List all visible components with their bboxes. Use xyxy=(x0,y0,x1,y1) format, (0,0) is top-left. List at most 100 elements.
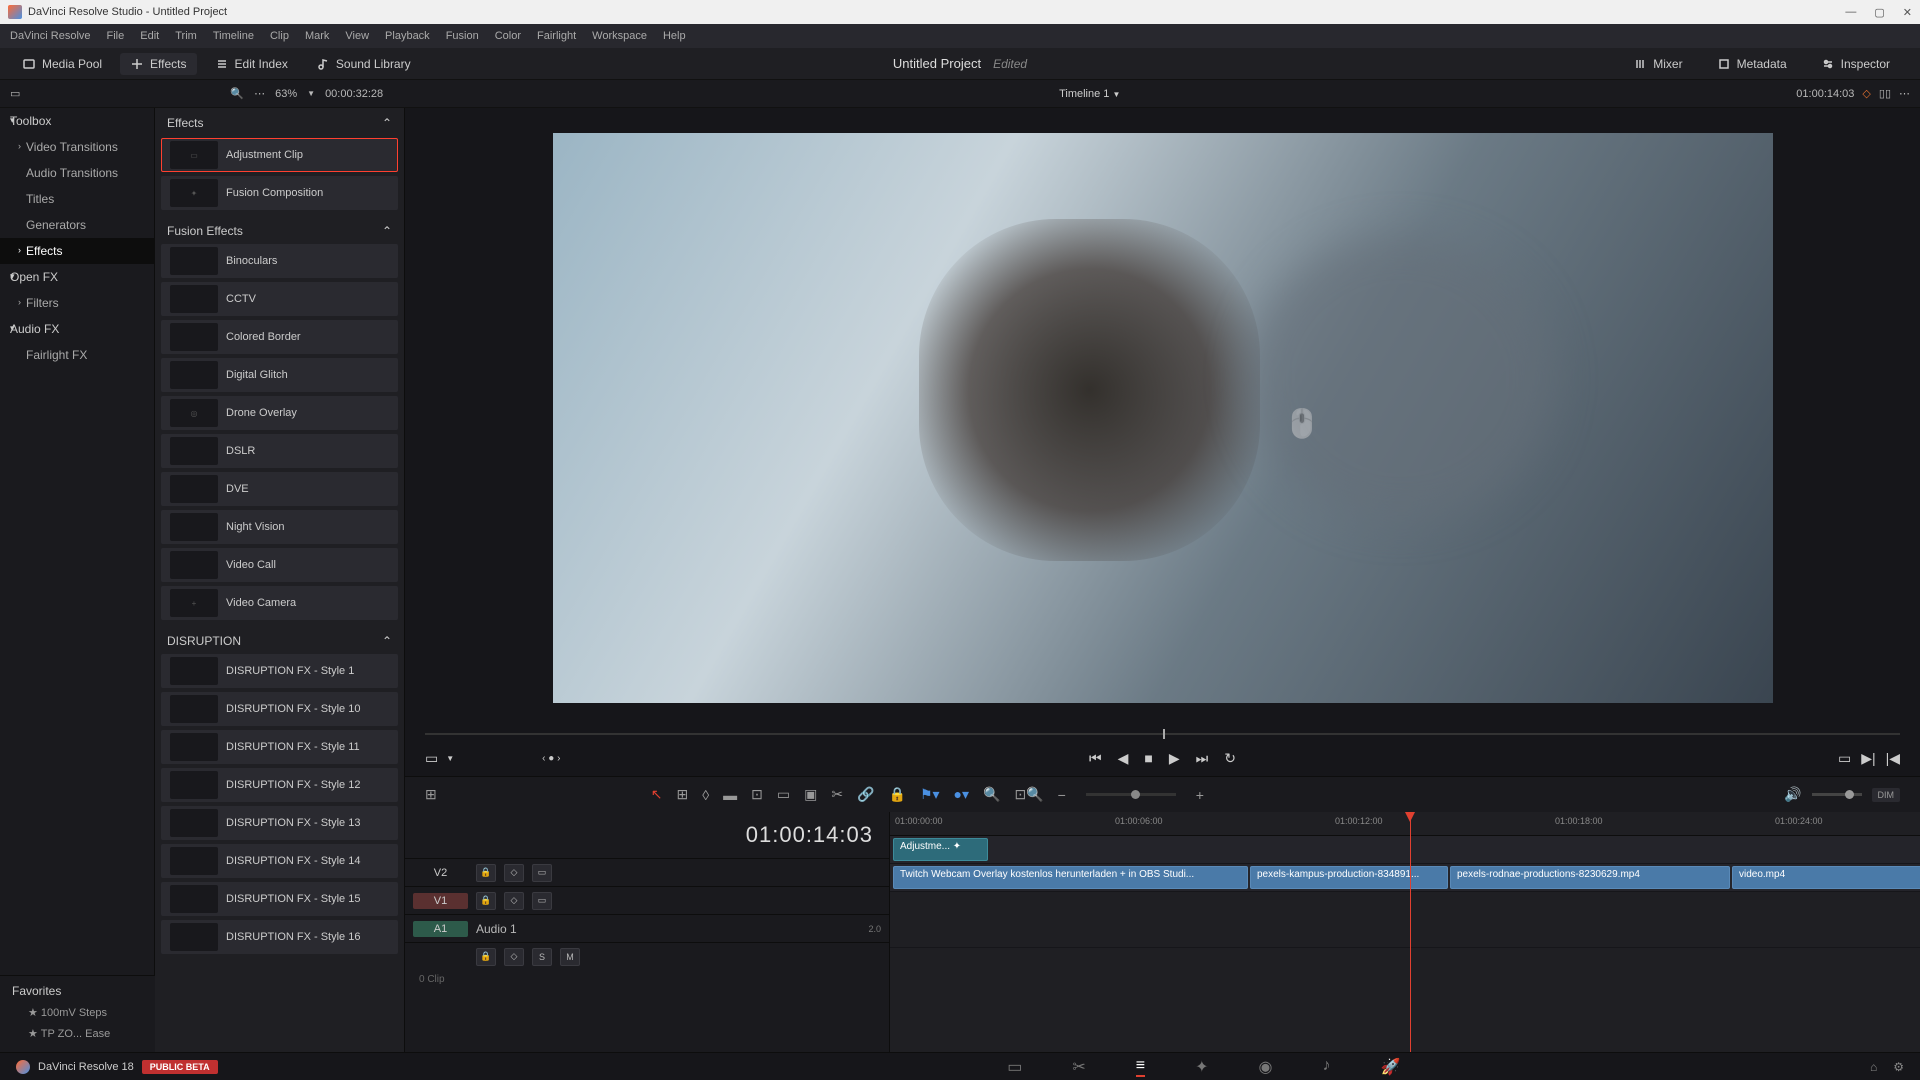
settings-button[interactable]: ⚙ xyxy=(1893,1060,1904,1074)
menu-trim[interactable]: Trim xyxy=(175,30,197,42)
effect-disruption-11[interactable]: DISRUPTION FX - Style 11 xyxy=(161,730,398,764)
clip-adjustment[interactable]: Adjustme... ✦ xyxy=(893,838,988,861)
menu-timeline[interactable]: Timeline xyxy=(213,30,254,42)
volume-slider[interactable] xyxy=(1812,793,1862,796)
lock-icon[interactable]: 🔒 xyxy=(476,948,496,966)
deliver-page[interactable]: 🚀 xyxy=(1380,1057,1400,1077)
inspector-button[interactable]: Inspector xyxy=(1811,53,1900,75)
media-page[interactable]: ▭ xyxy=(1007,1057,1022,1077)
viewer-scrubber[interactable] xyxy=(425,728,1900,740)
minimize-button[interactable]: — xyxy=(1845,6,1856,19)
effect-disruption-14[interactable]: DISRUPTION FX - Style 14 xyxy=(161,844,398,878)
menu-davinci[interactable]: DaVinci Resolve xyxy=(10,30,91,42)
clip-kampus[interactable]: pexels-kampus-production-834891... xyxy=(1250,866,1448,889)
zoom-in-button[interactable]: + xyxy=(1196,787,1204,803)
razor-tool[interactable]: ✂ xyxy=(831,786,843,803)
sidebar-titles[interactable]: Titles xyxy=(0,186,154,212)
mute-button[interactable]: M xyxy=(560,948,580,966)
loop-button[interactable]: ↻ xyxy=(1224,750,1236,767)
effect-colored-border[interactable]: Colored Border xyxy=(161,320,398,354)
lock-icon[interactable]: 🔒 xyxy=(476,864,496,882)
track-a1[interactable] xyxy=(890,892,1920,948)
color-page[interactable]: ◉ xyxy=(1259,1057,1273,1077)
sidebar-audio-transitions[interactable]: Audio Transitions xyxy=(0,160,154,186)
openfx-header[interactable]: ▾Open FX xyxy=(0,264,154,290)
menu-view[interactable]: View xyxy=(345,30,369,42)
zoom-search-tool[interactable]: ⊡🔍 xyxy=(1014,786,1043,803)
chevron-down-icon[interactable]: ▼ xyxy=(1112,90,1120,99)
collapse-icon[interactable]: ⌃ xyxy=(382,116,392,130)
auto-select-icon[interactable]: ◇ xyxy=(504,864,524,882)
solo-button[interactable]: S xyxy=(532,948,552,966)
crop-mode-icon[interactable]: ▭ xyxy=(425,750,438,767)
lock-icon[interactable]: 🔒 xyxy=(476,892,496,910)
sidebar-video-transitions[interactable]: ›Video Transitions xyxy=(0,134,154,160)
menu-workspace[interactable]: Workspace xyxy=(592,30,647,42)
zoom-slider[interactable] xyxy=(1086,793,1176,796)
play-reverse-button[interactable]: ◀ xyxy=(1118,750,1129,767)
media-pool-button[interactable]: Media Pool xyxy=(12,53,112,75)
collapse-icon[interactable]: ⌃ xyxy=(382,634,392,648)
marker-tool[interactable]: ●▾ xyxy=(954,786,969,803)
link-tool[interactable]: 🔗 xyxy=(857,786,874,803)
effect-disruption-13[interactable]: DISRUPTION FX - Style 13 xyxy=(161,806,398,840)
effect-cctv[interactable]: CCTV xyxy=(161,282,398,316)
selection-tool[interactable]: ↖ xyxy=(651,786,663,803)
effect-dslr[interactable]: DSLR xyxy=(161,434,398,468)
lock-tool[interactable]: 🔒 xyxy=(889,786,906,803)
effect-video-camera[interactable]: +Video Camera xyxy=(161,586,398,620)
menu-file[interactable]: File xyxy=(107,30,125,42)
collapse-icon[interactable]: ⌃ xyxy=(382,224,392,238)
playhead[interactable] xyxy=(1410,812,1411,1052)
timeline-name[interactable]: Timeline 1 xyxy=(1059,88,1109,100)
effect-disruption-1[interactable]: DISRUPTION FX - Style 1 xyxy=(161,654,398,688)
menu-help[interactable]: Help xyxy=(663,30,686,42)
zoom-out-button[interactable]: − xyxy=(1058,787,1066,803)
dim-button[interactable]: DIM xyxy=(1872,788,1901,802)
effect-disruption-16[interactable]: DISRUPTION FX - Style 16 xyxy=(161,920,398,954)
menu-fairlight[interactable]: Fairlight xyxy=(537,30,576,42)
dynamic-trim-tool[interactable]: ◊ xyxy=(702,787,709,803)
chevron-down-icon[interactable]: ▼ xyxy=(446,754,454,763)
prev-edit-icon[interactable]: |◀ xyxy=(1886,750,1900,767)
cut-page[interactable]: ✂ xyxy=(1072,1057,1085,1077)
single-viewer-icon[interactable]: ▯▯ xyxy=(1879,87,1891,100)
effect-fusion-composition[interactable]: ✦Fusion Composition xyxy=(161,176,398,210)
effect-drone-overlay[interactable]: ◎Drone Overlay xyxy=(161,396,398,430)
menu-fusion[interactable]: Fusion xyxy=(446,30,479,42)
thumbnail-icon[interactable]: ▭ xyxy=(532,892,552,910)
audiofx-header[interactable]: ▾Audio FX xyxy=(0,316,154,342)
clip-rodnae[interactable]: pexels-rodnae-productions-8230629.mp4 xyxy=(1450,866,1730,889)
replace-tool[interactable]: ▣ xyxy=(804,786,817,803)
menu-playback[interactable]: Playback xyxy=(385,30,430,42)
stop-button[interactable]: ■ xyxy=(1144,750,1152,766)
menu-edit[interactable]: Edit xyxy=(140,30,159,42)
menu-clip[interactable]: Clip xyxy=(270,30,289,42)
first-frame-button[interactable]: ⏮ xyxy=(1089,750,1102,767)
effect-night-vision[interactable]: Night Vision xyxy=(161,510,398,544)
effect-disruption-15[interactable]: DISRUPTION FX - Style 15 xyxy=(161,882,398,916)
home-button[interactable]: ⌂ xyxy=(1870,1060,1877,1074)
bin-view-icon[interactable]: ▭ xyxy=(10,87,20,100)
blade-tool[interactable]: ▬ xyxy=(723,787,737,803)
menu-mark[interactable]: Mark xyxy=(305,30,329,42)
full-extent-icon[interactable]: ▭ xyxy=(1838,750,1851,767)
volume-icon[interactable]: 🔊 xyxy=(1784,786,1801,803)
last-frame-button[interactable]: ⏭ xyxy=(1196,750,1209,767)
timeline-viewer[interactable]: 🖱️ xyxy=(405,108,1920,728)
track-head-a1-controls[interactable]: 🔒◇SM xyxy=(405,942,889,970)
effect-dve[interactable]: DVE xyxy=(161,472,398,506)
search-tool[interactable]: 🔍 xyxy=(983,786,1000,803)
favorite-100mv[interactable]: ★ 100mV Steps xyxy=(12,1002,143,1023)
overwrite-tool[interactable]: ▭ xyxy=(777,786,790,803)
track-v1[interactable]: Twitch Webcam Overlay kostenlos herunter… xyxy=(890,864,1920,892)
options-icon[interactable]: ⋯ xyxy=(254,87,265,100)
chevron-down-icon[interactable]: ▼ xyxy=(307,89,315,98)
play-button[interactable]: ▶ xyxy=(1169,750,1180,767)
sidebar-fairlightfx[interactable]: Fairlight FX xyxy=(0,342,154,368)
edit-index-button[interactable]: Edit Index xyxy=(205,53,298,75)
effect-video-call[interactable]: Video Call xyxy=(161,548,398,582)
tools-grid-icon[interactable]: ⊞ xyxy=(425,786,437,803)
effect-binoculars[interactable]: Binoculars xyxy=(161,244,398,278)
clip-video[interactable]: video.mp4 xyxy=(1732,866,1920,889)
